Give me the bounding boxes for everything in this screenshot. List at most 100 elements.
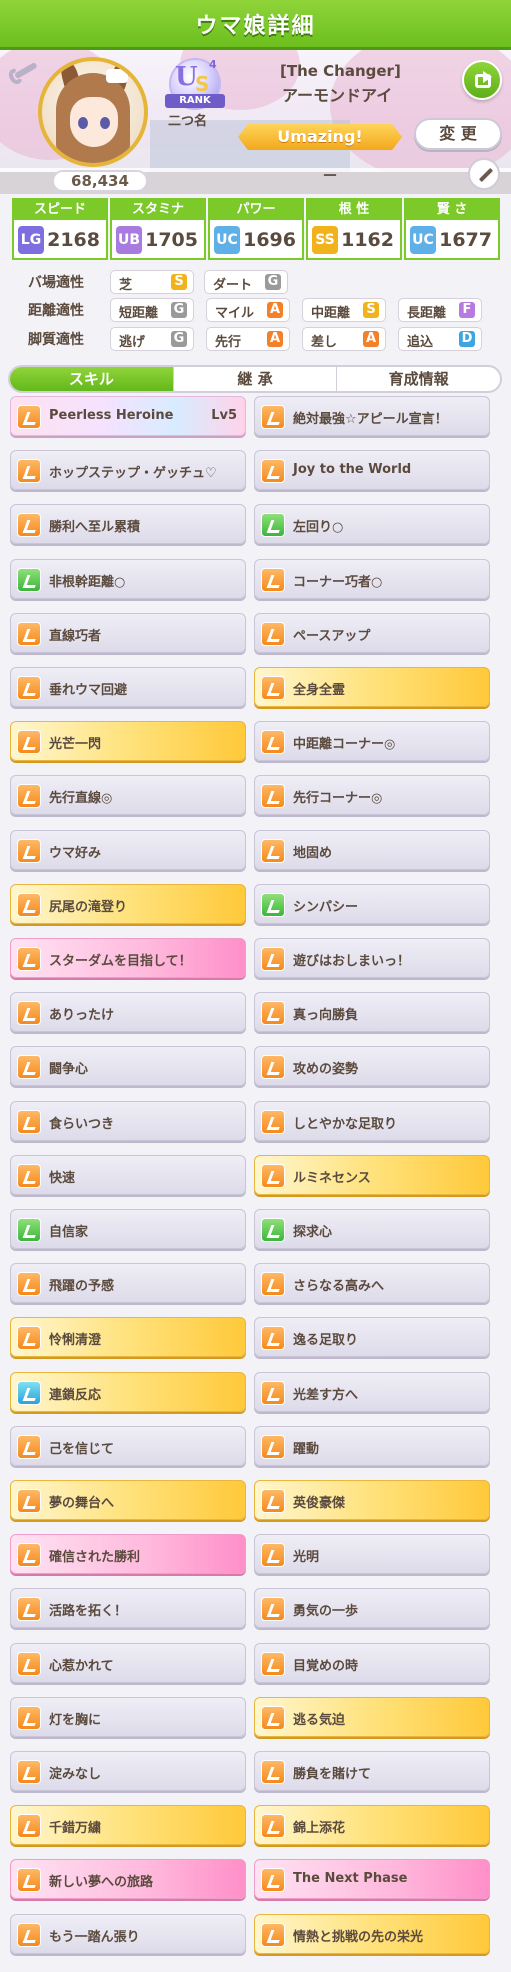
skill-item[interactable]: 闘争心 (10, 1046, 246, 1087)
skill-item[interactable]: 心惹かれて (10, 1642, 246, 1683)
skill-name: 確信された勝利 (49, 1550, 141, 1566)
skill-item[interactable]: 英俊豪傑 (254, 1480, 490, 1520)
skill-item[interactable]: 探求心 (254, 1209, 490, 1249)
skill-item[interactable]: 攻めの姿勢 (254, 1046, 490, 1087)
skill-item[interactable]: 淀みなし (10, 1751, 246, 1791)
share-button[interactable] (462, 60, 502, 100)
skill-name: 攻めの姿勢 (293, 1062, 359, 1078)
skill-item[interactable]: 己を信じて (10, 1425, 246, 1466)
skill-item[interactable]: 逸る足取り (254, 1317, 490, 1358)
aptitude-name: 先行 (215, 335, 242, 350)
skill-name: 活路を拓く！ (49, 1604, 128, 1620)
skill-item[interactable]: 尻尾の滝登り (10, 883, 246, 924)
nickname-label[interactable]: 二つ名 (168, 110, 207, 129)
skill-icon (261, 1489, 285, 1513)
skill-item[interactable]: 絶対最強☆アピール宣言！ (254, 396, 490, 436)
skill-item[interactable]: シンパシー (254, 883, 490, 924)
skill-item[interactable]: 躍動 (254, 1425, 490, 1466)
skill-item[interactable]: 光差す方へ (254, 1371, 490, 1412)
skill-item[interactable]: 快速 (10, 1154, 246, 1195)
skill-item[interactable]: The Next Phase (254, 1859, 490, 1900)
skill-item[interactable]: 目覚めの時 (254, 1642, 490, 1683)
skill-item[interactable]: 灯を胸に (10, 1696, 246, 1737)
distance-aptitude-row: 距離適性 短距離 G マイル A 中距離 S 長距離 F (18, 298, 498, 322)
aptitude-name: 逃げ (119, 335, 146, 350)
skill-item[interactable]: 夢の舞台へ (10, 1480, 246, 1520)
skill-name: 絶対最強☆アピール宣言！ (293, 412, 448, 427)
skill-item[interactable]: 地固め (254, 829, 490, 870)
skill-name: 勝負を賭けて (293, 1767, 372, 1782)
skill-item[interactable]: Joy to the World (254, 450, 490, 491)
aptitude-name: 差し (311, 335, 338, 350)
skill-item[interactable]: 飛躍の予感 (10, 1263, 246, 1304)
skill-item[interactable]: 遊びはおしまいっ！ (254, 938, 490, 978)
skill-item[interactable]: 左回り○ (254, 504, 490, 545)
skill-icon (17, 1434, 41, 1459)
skill-item[interactable]: ホップステップ・ゲッチュ♡ (10, 450, 246, 491)
skill-item[interactable]: 真っ向勝負 (254, 992, 490, 1033)
skill-icon (261, 1109, 285, 1134)
stat-value: 2168 (47, 229, 100, 251)
skill-item[interactable]: さらなる高みへ (254, 1263, 490, 1304)
skill-icon (261, 892, 285, 917)
skill-item[interactable]: 逃る気迫 (254, 1696, 490, 1737)
skill-item[interactable]: コーナー巧者○ (254, 558, 490, 599)
heart-icon: スタミナ (112, 200, 204, 220)
skill-item[interactable]: 勝利へ至ル累積 (10, 504, 246, 545)
skill-item[interactable]: 確信された勝利 (10, 1534, 246, 1575)
skill-item[interactable]: ウマ好み (10, 829, 246, 870)
change-button[interactable]: 変 更 (414, 118, 502, 150)
skill-item[interactable]: 中距離コーナー◎ (254, 721, 490, 762)
skill-item[interactable]: しとやかな足取り (254, 1100, 490, 1141)
skill-item[interactable]: ルミネセンス (254, 1154, 490, 1195)
skill-item[interactable]: 活路を拓く！ (10, 1588, 246, 1629)
aptitude-grade: S (363, 302, 379, 318)
skill-item[interactable]: 連鎖反応 (10, 1371, 246, 1412)
skill-item[interactable]: 錦上添花 (254, 1805, 490, 1846)
skill-item[interactable]: スターダムを目指して！ (10, 938, 246, 978)
skill-item[interactable]: もう一踏ん張り (10, 1913, 246, 1954)
skill-item[interactable]: 非根幹距離○ (10, 558, 246, 599)
skill-name: 先行コーナー◎ (293, 791, 383, 807)
aptitude-cell: 先行 A (206, 327, 290, 351)
skill-item[interactable]: Peerless Heroine Lv5 (10, 396, 246, 436)
skill-icon (261, 947, 285, 971)
skill-item[interactable]: ありったけ (10, 992, 246, 1033)
skill-icon (17, 1163, 41, 1188)
skill-item[interactable]: 先行直線◎ (10, 775, 246, 816)
skill-item[interactable]: 全身全霊 (254, 667, 490, 707)
skill-item[interactable]: 先行コーナー◎ (254, 775, 490, 816)
tab-training-info[interactable]: 育成情報 (337, 367, 500, 391)
skill-item[interactable]: 光芒一閃 (10, 721, 246, 762)
skill-item[interactable]: 怜悧清澄 (10, 1317, 246, 1358)
flame-icon: 根 性 (308, 200, 400, 220)
skill-name: 連鎖反応 (49, 1387, 102, 1403)
skill-icon (17, 405, 41, 429)
aptitude-grade: A (267, 331, 283, 347)
skill-icon (17, 1543, 41, 1568)
skill-name: 勇気の一歩 (293, 1604, 359, 1620)
skill-name: 先行直線◎ (49, 791, 113, 807)
character-name: アーモンドアイ (282, 86, 393, 105)
skill-item[interactable]: 情熱と挑戦の先の栄光 (254, 1913, 490, 1954)
skill-name: 垂れウマ回避 (49, 683, 128, 698)
skill-icon (261, 1868, 285, 1893)
stat-value: 1162 (341, 229, 394, 251)
skill-item[interactable]: 勝負を賭けて (254, 1751, 490, 1791)
avatar[interactable] (38, 57, 148, 167)
edit-pencil-icon[interactable] (468, 158, 500, 190)
skill-icon (17, 621, 41, 646)
tab-skills[interactable]: スキル (10, 367, 174, 391)
skill-item[interactable]: 直線巧者 (10, 612, 246, 653)
skill-icon (17, 1922, 41, 1947)
skill-item[interactable]: ペースアップ (254, 612, 490, 653)
skill-icon (261, 1651, 285, 1676)
skill-item[interactable]: 垂れウマ回避 (10, 667, 246, 707)
skill-item[interactable]: 自信家 (10, 1209, 246, 1249)
skill-item[interactable]: 千錯万繍 (10, 1805, 246, 1846)
skill-item[interactable]: 新しい夢への旅路 (10, 1859, 246, 1900)
tab-inheritance[interactable]: 継 承 (174, 367, 338, 391)
skill-item[interactable]: 勇気の一歩 (254, 1588, 490, 1629)
skill-item[interactable]: 光明 (254, 1534, 490, 1575)
skill-item[interactable]: 食らいつき (10, 1100, 246, 1141)
